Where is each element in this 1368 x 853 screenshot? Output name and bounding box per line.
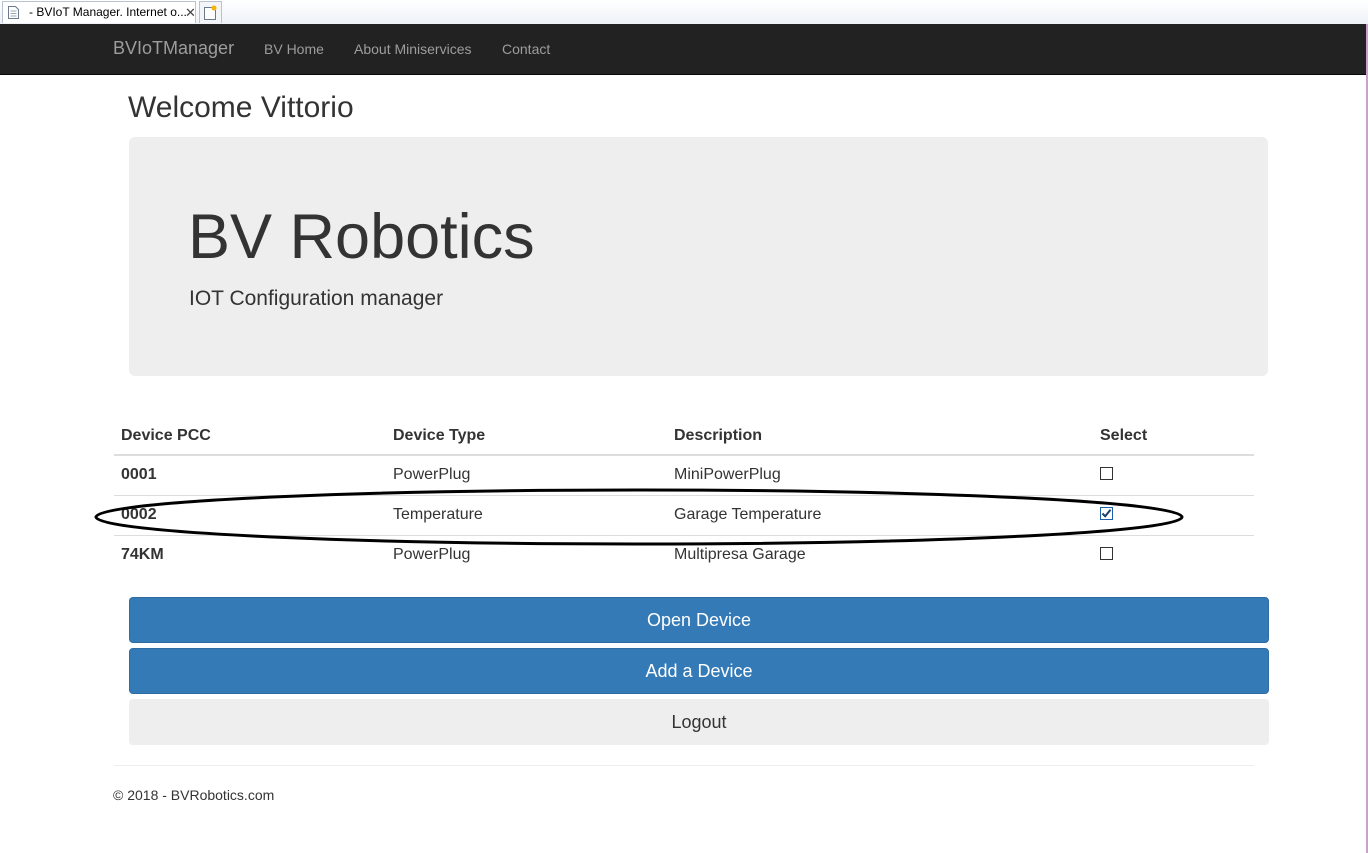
close-icon[interactable]: ✕ — [185, 2, 196, 23]
select-checkbox[interactable] — [1100, 467, 1113, 481]
column-header-description: Description — [667, 417, 1093, 456]
select-cell — [1093, 455, 1254, 495]
column-header-device-pcc: Device PCC — [114, 417, 386, 456]
browser-tab-title: - BVIoT Manager. Internet o... — [29, 5, 187, 19]
new-tab-button[interactable] — [199, 1, 222, 23]
device-pcc-cell: 0002 — [114, 494, 386, 535]
device-table: Device PCC Device Type Description Selec… — [114, 417, 1254, 575]
logout-button[interactable]: Logout — [129, 699, 1269, 745]
browser-tab[interactable]: - BVIoT Manager. Internet o... ✕ — [2, 1, 196, 23]
nav-link-bv-home[interactable]: BV Home — [264, 41, 324, 57]
select-checkbox[interactable] — [1100, 547, 1113, 561]
table-row: 0001 PowerPlug MiniPowerPlug — [114, 455, 1254, 495]
jumbotron-title: BV Robotics — [188, 202, 535, 272]
device-pcc-cell: 0001 — [121, 466, 157, 484]
check-icon — [1101, 509, 1112, 518]
device-description-cell: Multipresa Garage — [667, 534, 1093, 575]
table-row: 74KM PowerPlug Multipresa Garage — [114, 534, 1254, 575]
navbar: BVIoTManager BV Home About Miniservices … — [0, 24, 1366, 75]
footer-copyright: © 2018 - BVRobotics.com — [113, 787, 275, 803]
add-device-button[interactable]: Add a Device — [129, 648, 1269, 694]
table-row: 0002 Temperature Garage Temperature — [114, 494, 1254, 535]
nav-link-contact[interactable]: Contact — [502, 41, 550, 57]
column-header-select: Select — [1093, 417, 1254, 456]
open-device-button[interactable]: Open Device — [129, 597, 1269, 643]
device-pcc-cell: 74KM — [114, 534, 386, 575]
table-header-row: Device PCC Device Type Description Selec… — [114, 417, 1254, 456]
page-icon — [8, 6, 19, 19]
footer-divider — [114, 765, 1254, 766]
column-header-device-type: Device Type — [386, 417, 667, 456]
device-type-cell: Temperature — [386, 494, 667, 535]
device-type-cell: PowerPlug — [386, 534, 667, 575]
device-description-cell: MiniPowerPlug — [674, 466, 781, 484]
select-cell — [1093, 494, 1254, 535]
select-checkbox[interactable] — [1100, 507, 1113, 520]
select-cell — [1093, 534, 1254, 575]
browser-tab-strip: - BVIoT Manager. Internet o... ✕ — [0, 0, 1368, 24]
navbar-brand[interactable]: BVIoTManager — [113, 38, 234, 59]
page-title: Welcome Vittorio — [128, 91, 354, 124]
device-description-cell: Garage Temperature — [667, 494, 1093, 535]
new-tab-icon — [204, 5, 217, 20]
jumbotron: BV Robotics IOT Configuration manager — [129, 137, 1268, 376]
jumbotron-subtitle: IOT Configuration manager — [189, 287, 444, 310]
device-type-cell: PowerPlug — [393, 466, 471, 484]
nav-link-about-miniservices[interactable]: About Miniservices — [354, 41, 472, 57]
